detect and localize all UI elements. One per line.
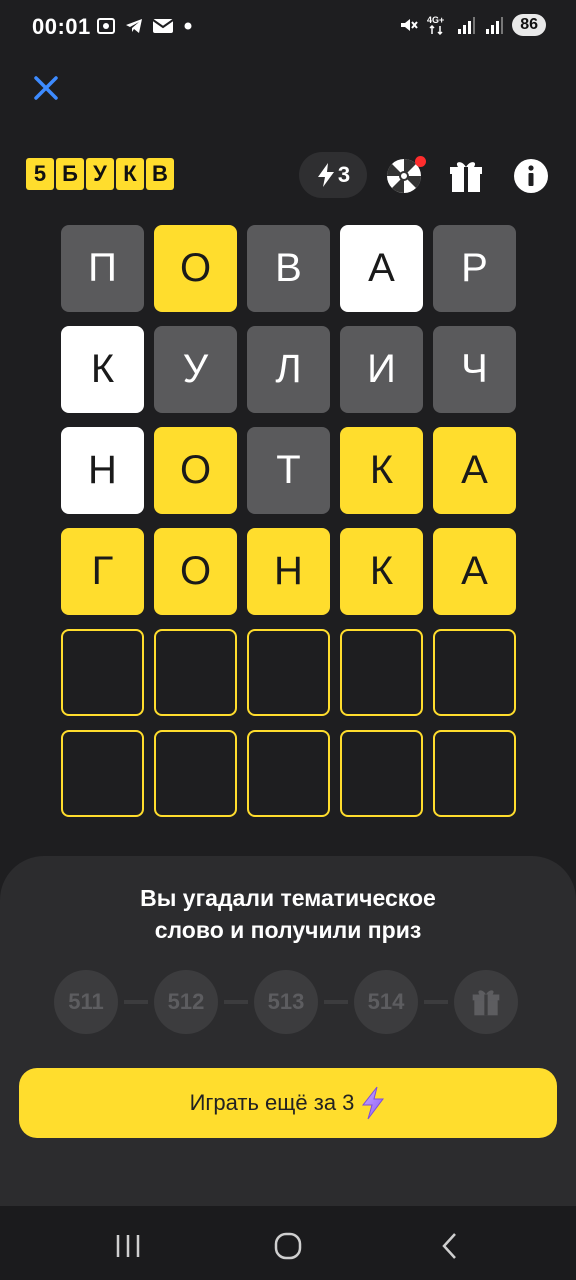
lightning-icon [362, 1086, 385, 1120]
progress-step: 513 [254, 970, 318, 1034]
game-logo: 5 Б У К В [26, 158, 174, 190]
play-again-button[interactable]: Играть ещё за 3 [19, 1068, 557, 1138]
mail-icon [152, 19, 174, 33]
letter-tile: О [154, 225, 237, 312]
empty-tile [340, 730, 423, 817]
notification-dot [415, 156, 426, 167]
status-bar: 00:01 4G+ 86 [0, 0, 576, 56]
info-button[interactable] [509, 154, 553, 198]
letter-tile: И [340, 326, 423, 413]
network-4g-icon: 4G+ [427, 15, 444, 36]
logo-letter: Б [56, 158, 84, 190]
mute-icon [401, 19, 418, 31]
home-button[interactable] [268, 1226, 308, 1266]
progress-step-gift [454, 970, 518, 1034]
letter-tile: Н [247, 528, 330, 615]
letter-tile: А [433, 427, 516, 514]
back-icon [442, 1233, 456, 1259]
empty-tile [154, 730, 237, 817]
energy-count: 3 [337, 162, 351, 187]
empty-tile [433, 730, 516, 817]
logo-letter: 5 [26, 158, 54, 190]
letter-tile: А [433, 528, 516, 615]
letter-tile: В [247, 225, 330, 312]
screenshot-icon [97, 18, 115, 34]
letter-tile: Т [247, 427, 330, 514]
result-sheet: Вы угадали тематическое слово и получили… [0, 856, 576, 1206]
telegram-icon [126, 19, 142, 33]
letter-tile: О [154, 528, 237, 615]
letter-tile: П [61, 225, 144, 312]
svg-text:4G+: 4G+ [427, 15, 444, 25]
empty-tile [61, 629, 144, 716]
home-icon [274, 1232, 302, 1260]
letter-tile: Р [433, 225, 516, 312]
word-grid: ПОВАРКУЛИЧНОТКАГОНКА [61, 225, 516, 817]
status-icons-left [96, 16, 194, 36]
signal-icon [458, 17, 476, 34]
logo-letter: В [146, 158, 174, 190]
system-nav-bar [0, 1206, 576, 1280]
battery-level: 86 [512, 14, 546, 36]
result-message: Вы угадали тематическое слово и получили… [140, 885, 436, 943]
energy-counter[interactable]: 3 [299, 152, 367, 198]
progress-connector [324, 1000, 348, 1004]
progress-connector [124, 1000, 148, 1004]
empty-tile [247, 629, 330, 716]
status-time: 00:01 [32, 14, 91, 39]
empty-tile [154, 629, 237, 716]
gift-icon [472, 990, 500, 1016]
progress-step: 514 [354, 970, 418, 1034]
close-icon [34, 76, 58, 100]
back-button[interactable] [430, 1226, 470, 1266]
letter-tile: О [154, 427, 237, 514]
progress-step: 512 [154, 970, 218, 1034]
progress-step: 511 [54, 970, 118, 1034]
letter-tile: Ч [433, 326, 516, 413]
letter-tile: Г [61, 528, 144, 615]
dot-icon [184, 22, 192, 30]
recent-apps-icon [116, 1235, 140, 1257]
wheel-button[interactable] [382, 154, 426, 198]
letter-tile: А [340, 225, 423, 312]
signal-icon [486, 17, 504, 34]
gift-icon [450, 162, 482, 192]
progress-connector [224, 1000, 248, 1004]
logo-letter: К [116, 158, 144, 190]
empty-tile [61, 730, 144, 817]
status-icons-right: 4G+ 86 [398, 14, 546, 36]
logo-letter: У [86, 158, 114, 190]
prize-progress: 511 512 513 514 [54, 970, 518, 1034]
letter-tile: К [340, 427, 423, 514]
letter-tile: К [61, 326, 144, 413]
play-again-label: Играть ещё за 3 [189, 1090, 355, 1115]
game-header: 5 Б У К В 3 [0, 150, 576, 202]
empty-tile [247, 730, 330, 817]
close-button[interactable] [28, 70, 64, 106]
empty-tile [340, 629, 423, 716]
info-icon [514, 159, 548, 193]
letter-tile: Л [247, 326, 330, 413]
letter-tile: К [340, 528, 423, 615]
lightning-icon [317, 163, 334, 187]
recent-apps-button[interactable] [108, 1226, 148, 1266]
letter-tile: Н [61, 427, 144, 514]
letter-tile: У [154, 326, 237, 413]
empty-tile [433, 629, 516, 716]
gift-button[interactable] [444, 154, 488, 198]
progress-connector [424, 1000, 448, 1004]
